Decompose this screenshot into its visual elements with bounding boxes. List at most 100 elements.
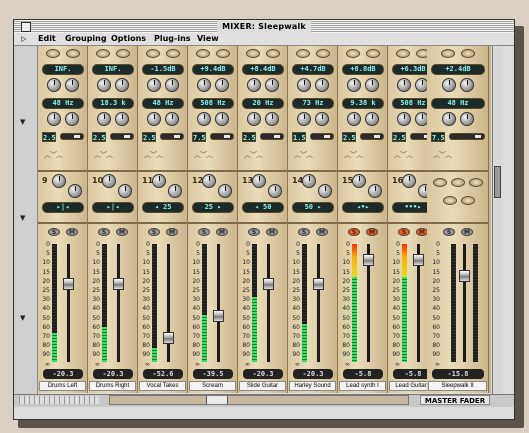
eq-knob[interactable] bbox=[297, 112, 311, 126]
send-button[interactable] bbox=[346, 49, 360, 58]
volume-fader[interactable] bbox=[313, 277, 324, 290]
volume-fader[interactable] bbox=[459, 270, 470, 283]
eq-knob[interactable] bbox=[315, 112, 329, 126]
eq-knob[interactable] bbox=[197, 112, 211, 126]
eq-knob[interactable] bbox=[265, 78, 279, 92]
solo-button[interactable]: M bbox=[166, 228, 178, 236]
eq-knob[interactable] bbox=[247, 112, 261, 126]
send-button[interactable] bbox=[396, 49, 410, 58]
pan-knob[interactable] bbox=[218, 184, 232, 198]
master-button[interactable] bbox=[469, 178, 483, 187]
mute-button[interactable]: S bbox=[48, 228, 60, 236]
mute-button[interactable]: S bbox=[348, 228, 360, 236]
eq-knob[interactable] bbox=[460, 112, 474, 126]
volume-fader[interactable] bbox=[263, 277, 274, 290]
eq-knob[interactable] bbox=[365, 112, 379, 126]
mute-button[interactable]: S bbox=[148, 228, 160, 236]
eq-gain-slider[interactable] bbox=[449, 133, 485, 140]
mute-button[interactable]: S bbox=[248, 228, 260, 236]
vertical-scrollbar[interactable] bbox=[492, 46, 503, 395]
pan-knob[interactable] bbox=[318, 184, 332, 198]
pan-knob[interactable] bbox=[118, 184, 132, 198]
eq-knob[interactable] bbox=[65, 112, 79, 126]
eq-knob[interactable] bbox=[247, 78, 261, 92]
eq-knob[interactable] bbox=[442, 78, 456, 92]
pan-knob[interactable] bbox=[168, 184, 182, 198]
volume-fader[interactable] bbox=[413, 253, 424, 266]
expand-arrow-icon[interactable]: ▷ bbox=[21, 35, 26, 43]
track-name[interactable]: Drums Right bbox=[89, 381, 136, 391]
eq-knob[interactable] bbox=[365, 78, 379, 92]
pan-knob[interactable] bbox=[102, 174, 116, 188]
volume-fader[interactable] bbox=[113, 277, 124, 290]
track-name[interactable]: Scream bbox=[189, 381, 236, 391]
mute-button[interactable]: S bbox=[298, 228, 310, 236]
eq-knob[interactable] bbox=[197, 78, 211, 92]
solo-button[interactable]: M bbox=[316, 228, 328, 236]
send-button[interactable] bbox=[246, 49, 260, 58]
solo-button[interactable]: M bbox=[461, 228, 473, 236]
pan-knob[interactable] bbox=[302, 174, 316, 188]
eq-knob[interactable] bbox=[165, 112, 179, 126]
eq-gain-slider[interactable] bbox=[110, 133, 134, 140]
eq-knob[interactable] bbox=[47, 112, 61, 126]
eq-knob[interactable] bbox=[442, 112, 456, 126]
eq-knob[interactable] bbox=[47, 78, 61, 92]
track-name[interactable]: Sleepwalk II bbox=[428, 381, 487, 391]
collapse-arrow-icon[interactable]: ▼ bbox=[20, 118, 25, 126]
scroll-thumb[interactable] bbox=[206, 396, 228, 404]
send-button[interactable] bbox=[146, 49, 160, 58]
eq-knob[interactable] bbox=[147, 112, 161, 126]
collapse-arrow-icon[interactable]: ▼ bbox=[20, 214, 25, 222]
eq-knob[interactable] bbox=[165, 78, 179, 92]
eq-knob[interactable] bbox=[265, 112, 279, 126]
menu-options[interactable]: Options bbox=[111, 34, 146, 43]
collapse-arrow-icon[interactable]: ▼ bbox=[20, 314, 25, 322]
send-button[interactable] bbox=[316, 49, 330, 58]
track-name[interactable]: Drums Left bbox=[39, 381, 86, 391]
solo-button[interactable]: M bbox=[266, 228, 278, 236]
eq-knob[interactable] bbox=[215, 112, 229, 126]
send-button[interactable] bbox=[46, 49, 60, 58]
eq-knob[interactable] bbox=[397, 78, 411, 92]
pan-knob[interactable] bbox=[52, 174, 66, 188]
track-name[interactable]: Harley Sound bbox=[289, 381, 336, 391]
send-button[interactable] bbox=[116, 49, 130, 58]
eq-knob[interactable] bbox=[215, 78, 229, 92]
pan-knob[interactable] bbox=[202, 174, 216, 188]
mute-button[interactable]: S bbox=[198, 228, 210, 236]
send-button[interactable] bbox=[266, 49, 280, 58]
master-button[interactable] bbox=[433, 178, 447, 187]
pan-knob[interactable] bbox=[368, 184, 382, 198]
pan-knob[interactable] bbox=[352, 174, 366, 188]
menu-plugins[interactable]: Plug-ins bbox=[154, 34, 191, 43]
pan-knob[interactable] bbox=[152, 174, 166, 188]
solo-button[interactable]: M bbox=[66, 228, 78, 236]
eq-knob[interactable] bbox=[147, 78, 161, 92]
volume-fader[interactable] bbox=[363, 253, 374, 266]
eq-gain-slider[interactable] bbox=[160, 133, 184, 140]
eq-gain-slider[interactable] bbox=[310, 133, 334, 140]
menu-edit[interactable]: Edit bbox=[38, 34, 56, 43]
send-button[interactable] bbox=[96, 49, 110, 58]
track-name[interactable]: Vocal Takes bbox=[139, 381, 186, 391]
volume-fader[interactable] bbox=[163, 331, 174, 344]
zoom-ruler[interactable] bbox=[19, 396, 99, 404]
eq-knob[interactable] bbox=[315, 78, 329, 92]
horizontal-scrollbar[interactable] bbox=[109, 395, 409, 405]
send-button[interactable] bbox=[66, 49, 80, 58]
solo-button[interactable]: M bbox=[366, 228, 378, 236]
send-button[interactable] bbox=[166, 49, 180, 58]
eq-knob[interactable] bbox=[347, 112, 361, 126]
mute-button[interactable]: S bbox=[98, 228, 110, 236]
eq-gain-slider[interactable] bbox=[210, 133, 234, 140]
mute-button[interactable]: S bbox=[443, 228, 455, 236]
send-button[interactable] bbox=[461, 49, 475, 58]
eq-gain-slider[interactable] bbox=[260, 133, 284, 140]
pan-knob[interactable] bbox=[252, 174, 266, 188]
solo-button[interactable]: M bbox=[116, 228, 128, 236]
eq-knob[interactable] bbox=[347, 78, 361, 92]
send-button[interactable] bbox=[216, 49, 230, 58]
eq-knob[interactable] bbox=[97, 78, 111, 92]
eq-knob[interactable] bbox=[397, 112, 411, 126]
